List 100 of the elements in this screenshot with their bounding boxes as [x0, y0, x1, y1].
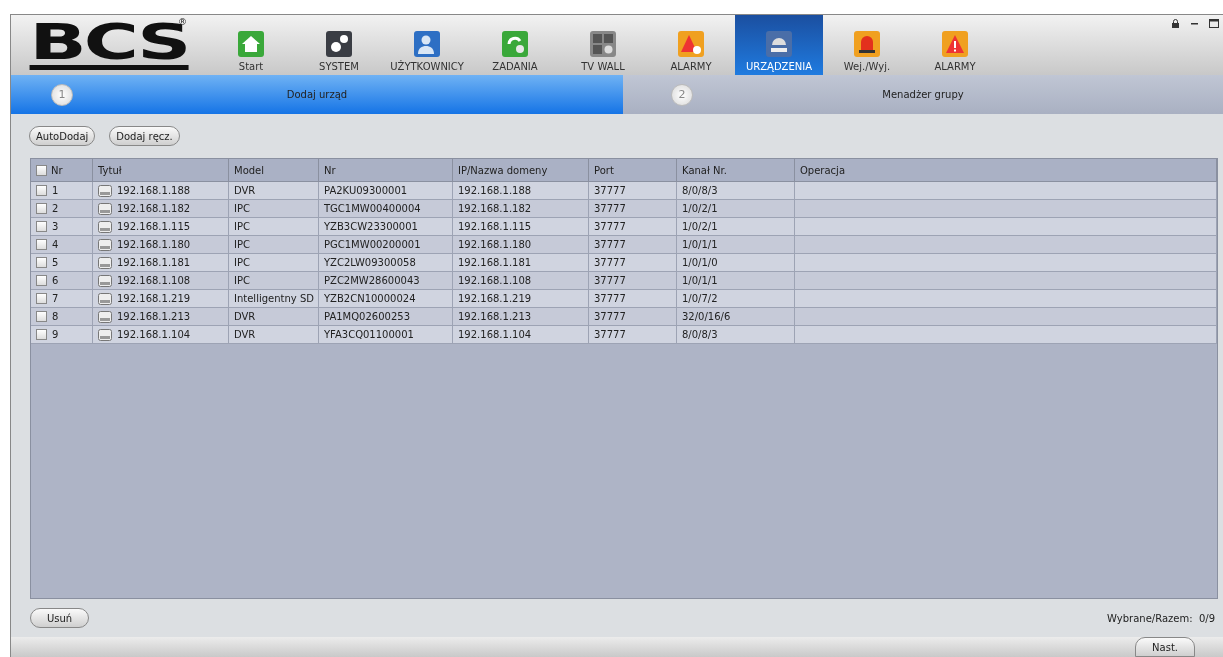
cell-text: DVR — [234, 311, 256, 322]
cell-text: 192.168.1.219 — [458, 293, 532, 304]
cell-text: 192.168.1.188 — [117, 185, 191, 196]
house-icon — [237, 30, 265, 58]
cell-text: 37777 — [594, 311, 626, 322]
cell-text: YZB2CN10000024 — [324, 293, 416, 304]
cell-text: DVR — [234, 185, 256, 196]
device-icon — [98, 238, 112, 251]
device-icon — [98, 202, 112, 215]
cell-text: PZC2MW28600043 — [324, 275, 420, 286]
cell-text: 192.168.1.213 — [117, 311, 191, 322]
cell-text: PA1MQ02600253 — [324, 311, 410, 322]
cell-text: 192.168.1.108 — [117, 275, 191, 286]
cell-text: 192.168.1.219 — [117, 293, 191, 304]
nav-tab[interactable]: TV WALL — [559, 15, 647, 75]
cell-text: IPC — [234, 275, 250, 286]
maximize-icon[interactable] — [1209, 19, 1219, 28]
nav-tab[interactable]: URZĄDZENIA — [735, 15, 823, 75]
cell-text: IPC — [234, 203, 250, 214]
cell-text: 1/0/1/0 — [682, 257, 718, 268]
cell-text: PGC1MW00200001 — [324, 239, 421, 250]
checkbox[interactable] — [36, 311, 47, 322]
cell-text: 192.168.1.213 — [458, 311, 532, 322]
device-icon — [98, 292, 112, 305]
column-title: Operacja — [800, 164, 845, 176]
checkbox[interactable] — [36, 164, 47, 176]
cell-text: 192.168.1.180 — [117, 239, 191, 250]
cell-text: 192.168.1.180 — [458, 239, 532, 250]
cell-text: 37777 — [594, 221, 626, 232]
toolbar-button[interactable]: Dodaj ręcz. — [109, 126, 180, 146]
cell-text: 37777 — [594, 293, 626, 304]
column-title: Nr — [324, 164, 336, 176]
column-title: Port — [594, 164, 614, 176]
cell-text: 7 — [52, 293, 59, 304]
checkbox[interactable] — [36, 329, 47, 340]
cell-text: 1/0/7/2 — [682, 293, 718, 304]
column-title: Model — [234, 164, 265, 176]
cell-text: 192.168.1.182 — [458, 203, 532, 214]
logo: BCS® — [28, 15, 190, 73]
cell-text: 1/0/1/1 — [682, 275, 718, 286]
checkbox[interactable] — [36, 257, 47, 268]
cell-text: 37777 — [594, 257, 626, 268]
device-icon — [98, 328, 112, 341]
lock-icon[interactable] — [1171, 19, 1180, 28]
cell-text: 3 — [52, 221, 59, 232]
nav-tab[interactable]: Wej./Wyj. — [823, 15, 911, 75]
toolbar-button[interactable]: AutoDodaj — [29, 126, 96, 146]
cell-text: 6 — [52, 275, 59, 286]
cell-text: 37777 — [594, 275, 626, 286]
nav-tab[interactable]: Start — [207, 15, 295, 75]
checkbox[interactable] — [36, 239, 47, 250]
checkbox[interactable] — [36, 221, 47, 232]
user-icon — [413, 30, 441, 58]
cell-text: 192.168.1.181 — [117, 257, 191, 268]
nav-tab[interactable]: ZADANIA — [471, 15, 559, 75]
cell-text: 192.168.1.104 — [458, 329, 532, 340]
cell-text: 192.168.1.104 — [117, 329, 191, 340]
cell-text: 37777 — [594, 239, 626, 250]
cell-text: YZB3CW23300001 — [324, 221, 418, 232]
cell-text: TGC1MW00400004 — [324, 203, 421, 214]
siren-icon — [853, 30, 881, 58]
cell-text: IPC — [234, 257, 250, 268]
nav-tab[interactable]: SYSTEM — [295, 15, 383, 75]
cell-text: 1/0/2/1 — [682, 203, 718, 214]
cell-text: 192.168.1.188 — [458, 185, 532, 196]
warning-gear-icon — [677, 30, 705, 58]
cell-text: 192.168.1.115 — [458, 221, 532, 232]
cell-text: 5 — [52, 257, 59, 268]
cell-text: 32/0/16/6 — [682, 311, 731, 322]
cell-text: 1 — [52, 185, 59, 196]
nav-tab[interactable]: ALARMY — [647, 15, 735, 75]
cell-text: 37777 — [594, 185, 626, 196]
checkbox[interactable] — [36, 293, 47, 304]
checkbox[interactable] — [36, 203, 47, 214]
device-icon — [98, 256, 112, 269]
cell-text: 192.168.1.182 — [117, 203, 191, 214]
column-title: Kanał Nr. — [682, 164, 727, 176]
cell-text: 9 — [52, 329, 59, 340]
cell-text: 8/0/8/3 — [682, 185, 718, 196]
grid-icon — [589, 30, 617, 58]
cell-text: 8 — [52, 311, 59, 322]
device-icon — [98, 310, 112, 323]
column-title: Tytuł — [98, 164, 122, 176]
cell-text: 192.168.1.115 — [117, 221, 191, 232]
nav-tab[interactable]: ALARMY — [911, 15, 999, 75]
step-tab[interactable]: 1 Dodaj urząd — [11, 75, 623, 114]
cell-text: 2 — [52, 203, 59, 214]
column-title: IP/Nazwa domeny — [458, 164, 548, 176]
cell-text: 37777 — [594, 203, 626, 214]
nav-tab[interactable]: UŻYTKOWNICY — [383, 15, 471, 75]
cell-text: 8/0/8/3 — [682, 329, 718, 340]
next-button[interactable]: Nast. — [1135, 637, 1195, 657]
step-tab[interactable]: 2 Menadżer grupy — [623, 75, 1223, 114]
delete-button[interactable]: Usuń — [30, 608, 90, 628]
checkbox[interactable] — [36, 185, 47, 196]
device-icon — [98, 220, 112, 233]
cell-text: PA2KU09300001 — [324, 185, 408, 196]
column-title: Nr — [51, 164, 63, 176]
checkbox[interactable] — [36, 275, 47, 286]
selection-label: Wybrane/Razem: 0/9 — [1107, 612, 1215, 624]
